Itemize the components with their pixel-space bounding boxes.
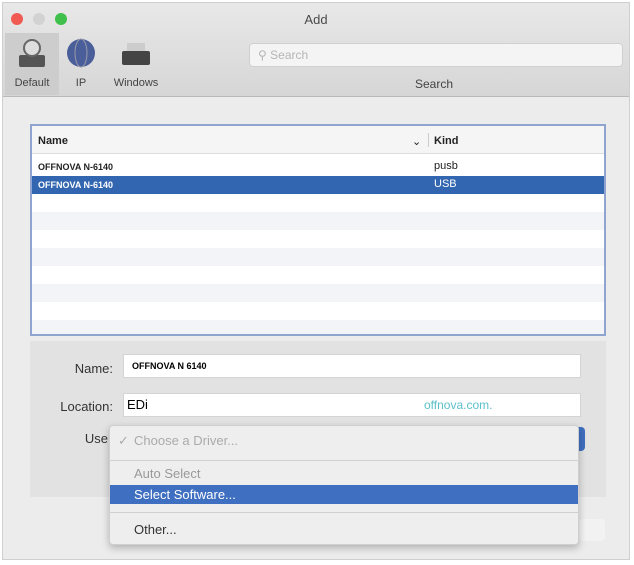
tab-ip[interactable]: IP xyxy=(63,33,99,95)
use-label: Use xyxy=(84,431,108,446)
table-header: Name ⌄ Kind xyxy=(32,126,604,154)
table-row[interactable]: OFFNOVA N-6140 pusb xyxy=(32,158,604,176)
printer-list[interactable]: Name ⌄ Kind OFFNOVA N-6140 pusb OFFNOVA N… xyxy=(30,124,606,336)
tab-default-label: Default xyxy=(14,77,50,89)
checkmark-icon: ✓ xyxy=(118,433,129,448)
globe-icon xyxy=(64,37,98,71)
tab-default[interactable]: Default xyxy=(5,33,59,95)
tab-ip-label: IP xyxy=(75,77,87,89)
watermark: offnova.com. xyxy=(424,398,493,412)
name-label: Name: xyxy=(74,361,113,376)
search-label: Search xyxy=(415,77,454,91)
search-placeholder: Search xyxy=(270,48,309,62)
column-kind[interactable]: Kind xyxy=(434,135,458,147)
menu-item-other[interactable]: Other... xyxy=(110,520,578,539)
add-printer-window: Add Default IP Windows ⚲ Search Search N… xyxy=(2,2,630,560)
menu-item-choose-driver[interactable]: ✓ Choose a Driver... xyxy=(110,431,578,450)
column-name[interactable]: Name xyxy=(38,135,68,147)
windows-printer-icon xyxy=(119,37,153,71)
driver-menu: ✓ Choose a Driver... Auto Select Select S… xyxy=(109,425,579,545)
search-input[interactable]: ⚲ Search xyxy=(249,43,623,67)
location-value: EDi xyxy=(127,397,148,412)
add-button[interactable] xyxy=(579,519,605,541)
toolbar: Add Default IP Windows ⚲ Search Search xyxy=(3,3,629,97)
table-row-selected[interactable]: OFFNOVA N-6140 USB xyxy=(32,176,604,194)
tab-windows-label: Windows xyxy=(113,77,159,89)
name-field[interactable]: OFFNOVA N 6140 xyxy=(123,354,581,378)
search-icon: ⚲ xyxy=(258,48,267,62)
window-title: Add xyxy=(304,12,328,27)
location-field[interactable]: EDi offnova.com. xyxy=(123,393,581,417)
menu-item-auto-select[interactable]: Auto Select xyxy=(110,464,578,483)
sort-chevron-icon: ⌄ xyxy=(412,136,422,148)
printer-magnifier-icon xyxy=(15,37,49,71)
location-label: Location: xyxy=(60,399,113,414)
tab-windows[interactable]: Windows xyxy=(103,33,169,95)
menu-item-select-software[interactable]: Select Software... xyxy=(110,485,578,504)
